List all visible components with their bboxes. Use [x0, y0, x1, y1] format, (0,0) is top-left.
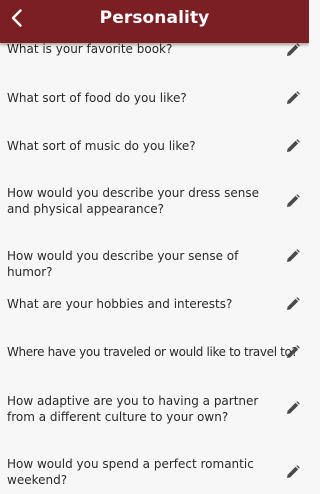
app-header: Personality — [0, 0, 309, 43]
pencil-icon[interactable] — [286, 401, 300, 415]
question-text: What are your hobbies and interests? — [7, 297, 233, 311]
pencil-icon[interactable] — [286, 249, 300, 263]
pencil-icon[interactable] — [286, 194, 300, 208]
question-row[interactable]: What are your hobbies and interests? — [0, 294, 309, 318]
page-title: Personality — [99, 8, 210, 28]
question-row[interactable]: What sort of music do you like? — [0, 136, 309, 160]
pencil-icon[interactable] — [286, 91, 300, 105]
question-text: How would you spend a perfect romantic w… — [7, 457, 254, 487]
question-row[interactable]: How would you describe your dress sense … — [0, 184, 309, 220]
personality-screen: What is your favorite book? What sort of… — [0, 0, 309, 494]
question-row[interactable]: How adaptive are you to having a partner… — [0, 392, 309, 428]
question-text: What sort of music do you like? — [7, 139, 196, 153]
question-text: What sort of food do you like? — [7, 91, 187, 105]
question-text: How would you describe your sense of hum… — [7, 249, 239, 279]
question-row[interactable]: How would you spend a perfect romantic w… — [0, 456, 309, 492]
pencil-icon[interactable] — [286, 139, 300, 153]
question-text: What is your favorite book? — [7, 42, 173, 56]
question-text: How adaptive are you to having a partner… — [7, 394, 259, 424]
question-text: How would you describe your dress sense … — [7, 186, 259, 216]
question-row[interactable]: Where have you traveled or would like to… — [0, 342, 309, 366]
pencil-icon[interactable] — [286, 297, 300, 311]
question-text: Where have you traveled or would like to… — [7, 345, 298, 359]
pencil-icon[interactable] — [286, 43, 300, 57]
question-row[interactable]: What is your favorite book? — [0, 40, 309, 64]
question-row[interactable]: What sort of food do you like? — [0, 88, 309, 112]
question-row[interactable]: How would you describe your sense of hum… — [0, 246, 309, 279]
pencil-icon[interactable] — [286, 345, 300, 359]
pencil-icon[interactable] — [286, 465, 300, 479]
